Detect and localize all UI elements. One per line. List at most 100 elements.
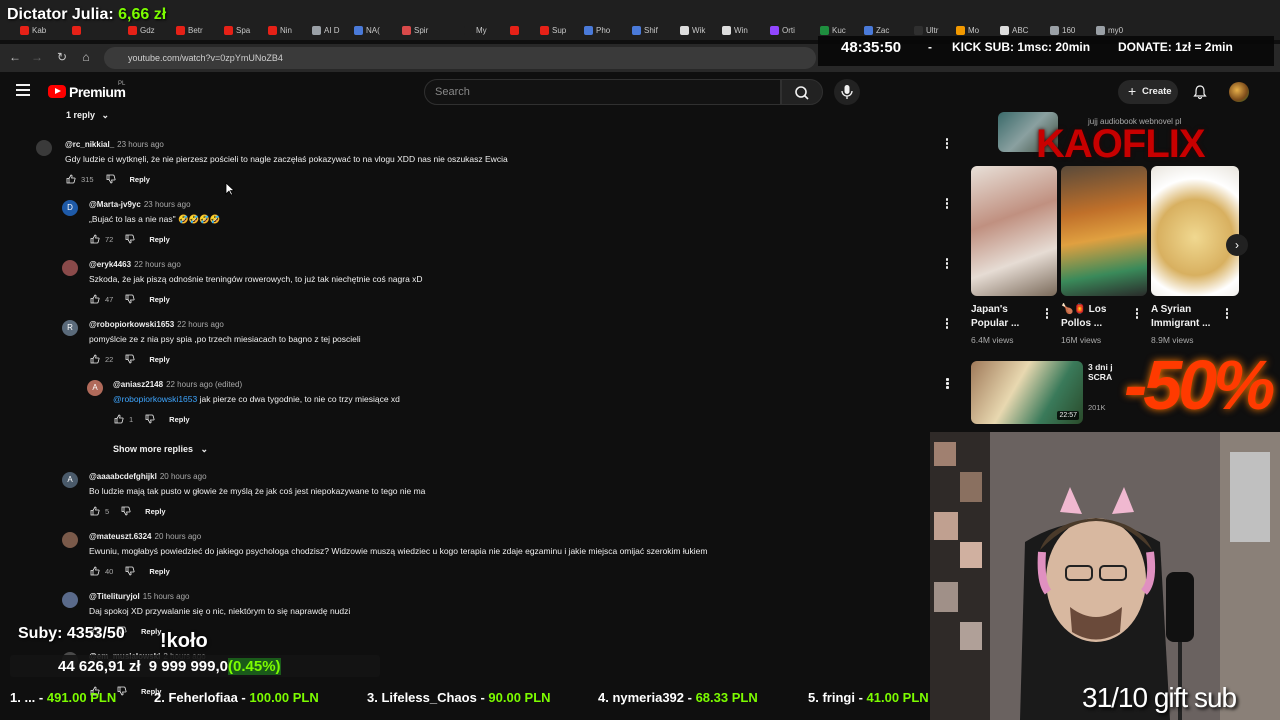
thumbs-down-icon[interactable] [121,506,131,516]
reply-button[interactable]: Reply [149,355,169,364]
reply-button[interactable]: Reply [130,175,150,184]
comment-timestamp[interactable]: 23 hours ago [117,140,164,149]
home-icon[interactable]: ⌂ [78,49,94,65]
short-title[interactable]: Japan's Popular ... [971,303,1041,331]
voice-search-button[interactable] [834,79,860,105]
thumbs-up-icon[interactable] [90,566,100,576]
notifications-bell-icon[interactable] [1192,84,1208,100]
comment-author-name[interactable]: @aniasz2148 [113,380,163,389]
thumbs-up-icon[interactable] [114,414,124,424]
browser-tab[interactable]: Kab [20,22,46,38]
comment-author-name[interactable]: @mateuszt.6324 [89,532,152,541]
reply-button[interactable]: Reply [149,567,169,576]
youtube-premium-logo[interactable]: Premium [69,84,126,100]
menu-icon[interactable] [16,84,30,96]
comment-menu-icon[interactable] [945,258,949,270]
reply-button[interactable]: Reply [169,415,189,424]
comment-author-name[interactable]: @rc_nikkial_ [65,140,114,149]
thumbs-down-icon[interactable] [125,234,135,244]
comment-timestamp[interactable]: 20 hours ago [155,532,202,541]
comment-avatar[interactable] [36,140,52,156]
browser-tab[interactable]: Sup [540,22,566,38]
comment-author[interactable]: @aniasz2148 22 hours ago (edited) [113,380,242,389]
thumbs-down-icon[interactable] [106,174,116,184]
back-icon[interactable]: ← [7,49,23,65]
browser-tab[interactable]: My [464,22,487,38]
browser-tab[interactable] [510,22,522,38]
browser-tab[interactable]: Nin [268,22,292,38]
replies-toggle[interactable]: 1 reply ⌄ [66,110,109,121]
comment-avatar[interactable] [62,532,78,548]
comment-mention-link[interactable]: @robopiorkowski1653 [113,394,197,404]
related-video-thumbnail-2[interactable]: 22:57 [971,361,1083,424]
short-menu-icon[interactable] [1225,308,1229,320]
reply-button[interactable]: Reply [145,507,165,516]
comment-author[interactable]: @mateuszt.6324 20 hours ago [89,532,201,541]
comment-author[interactable]: @Titelituryjol 15 hours ago [89,592,189,601]
comment-author[interactable]: @rc_nikkial_ 23 hours ago [65,140,164,149]
comment-avatar[interactable] [62,592,78,608]
reply-button[interactable]: Reply [149,295,169,304]
account-avatar[interactable] [1229,82,1249,102]
comment-menu-icon[interactable] [945,198,949,210]
browser-tab[interactable]: AI D [312,22,340,38]
comment-author-name[interactable]: @Marta-jv9yc [89,200,141,209]
thumbs-up-icon[interactable] [90,506,100,516]
comment-author-name[interactable]: @robopiorkowski1653 [89,320,174,329]
browser-tab[interactable]: NA( [354,22,380,38]
browser-tab[interactable]: Spir [402,22,428,38]
show-more-replies-button[interactable]: Show more replies ⌄ [113,444,208,455]
browser-tab[interactable]: Win [722,22,748,38]
browser-tab[interactable] [72,22,84,38]
comment-author-name[interactable]: @Titelituryjol [89,592,140,601]
short-title[interactable]: A Syrian Immigrant ... [1151,303,1221,331]
short-thumbnail-2[interactable] [1061,166,1147,296]
comment-avatar[interactable]: A [62,472,78,488]
comment-timestamp[interactable]: 23 hours ago [144,200,191,209]
comment-timestamp[interactable]: 15 hours ago [143,592,190,601]
thumbs-down-icon[interactable] [125,566,135,576]
thumbs-up-icon[interactable] [90,294,100,304]
comment-author[interactable]: @eryk4463 22 hours ago [89,260,181,269]
browser-tab[interactable]: Wik [680,22,705,38]
comment-author[interactable]: @aaaabcdefghijkl 20 hours ago [89,472,207,481]
comment-timestamp[interactable]: 20 hours ago [160,472,207,481]
comment-timestamp[interactable]: 22 hours ago [177,320,224,329]
comment-avatar[interactable]: D [62,200,78,216]
thumbs-up-icon[interactable] [90,354,100,364]
browser-tab[interactable]: Orti [770,22,795,38]
browser-tab[interactable]: Shif [632,22,658,38]
reply-button[interactable]: Reply [141,627,161,636]
more-actions-icon[interactable] [946,378,950,390]
comment-menu-icon[interactable] [945,318,949,330]
browser-tab[interactable]: Gdz [128,22,155,38]
reply-button[interactable]: Reply [149,235,169,244]
comment-author-name[interactable]: @eryk4463 [89,260,131,269]
comment-author-name[interactable]: @aaaabcdefghijkl [89,472,157,481]
related-video-title-2[interactable]: 3 dni j SCRA [1088,362,1118,382]
comment-timestamp[interactable]: 22 hours ago [134,260,181,269]
short-menu-icon[interactable] [1135,308,1139,320]
comment-menu-icon[interactable] [945,138,949,150]
short-title[interactable]: 🍗🏮 Los Pollos ... [1061,303,1131,331]
reload-icon[interactable]: ↻ [54,49,70,65]
comment-author[interactable]: @Marta-jv9yc 23 hours ago [89,200,191,209]
search-input[interactable]: Search [424,79,781,105]
browser-tab[interactable]: Spa [224,22,250,38]
thumbs-down-icon[interactable] [125,294,135,304]
comment-avatar[interactable]: R [62,320,78,336]
browser-tab[interactable]: Betr [176,22,203,38]
short-thumbnail-1[interactable] [971,166,1057,296]
address-bar[interactable]: youtube.com/watch?v=0zpYmUNoZB4 [104,47,816,69]
browser-tab[interactable]: Pho [584,22,610,38]
comment-avatar[interactable]: A [87,380,103,396]
search-button[interactable] [781,79,823,105]
thumbs-up-icon[interactable] [66,174,76,184]
comment-avatar[interactable] [62,260,78,276]
next-shorts-button[interactable]: › [1226,234,1248,256]
thumbs-down-icon[interactable] [145,414,155,424]
comment-author[interactable]: @robopiorkowski1653 22 hours ago [89,320,224,329]
thumbs-up-icon[interactable] [90,234,100,244]
youtube-logo-icon[interactable] [48,85,66,98]
thumbs-down-icon[interactable] [125,354,135,364]
